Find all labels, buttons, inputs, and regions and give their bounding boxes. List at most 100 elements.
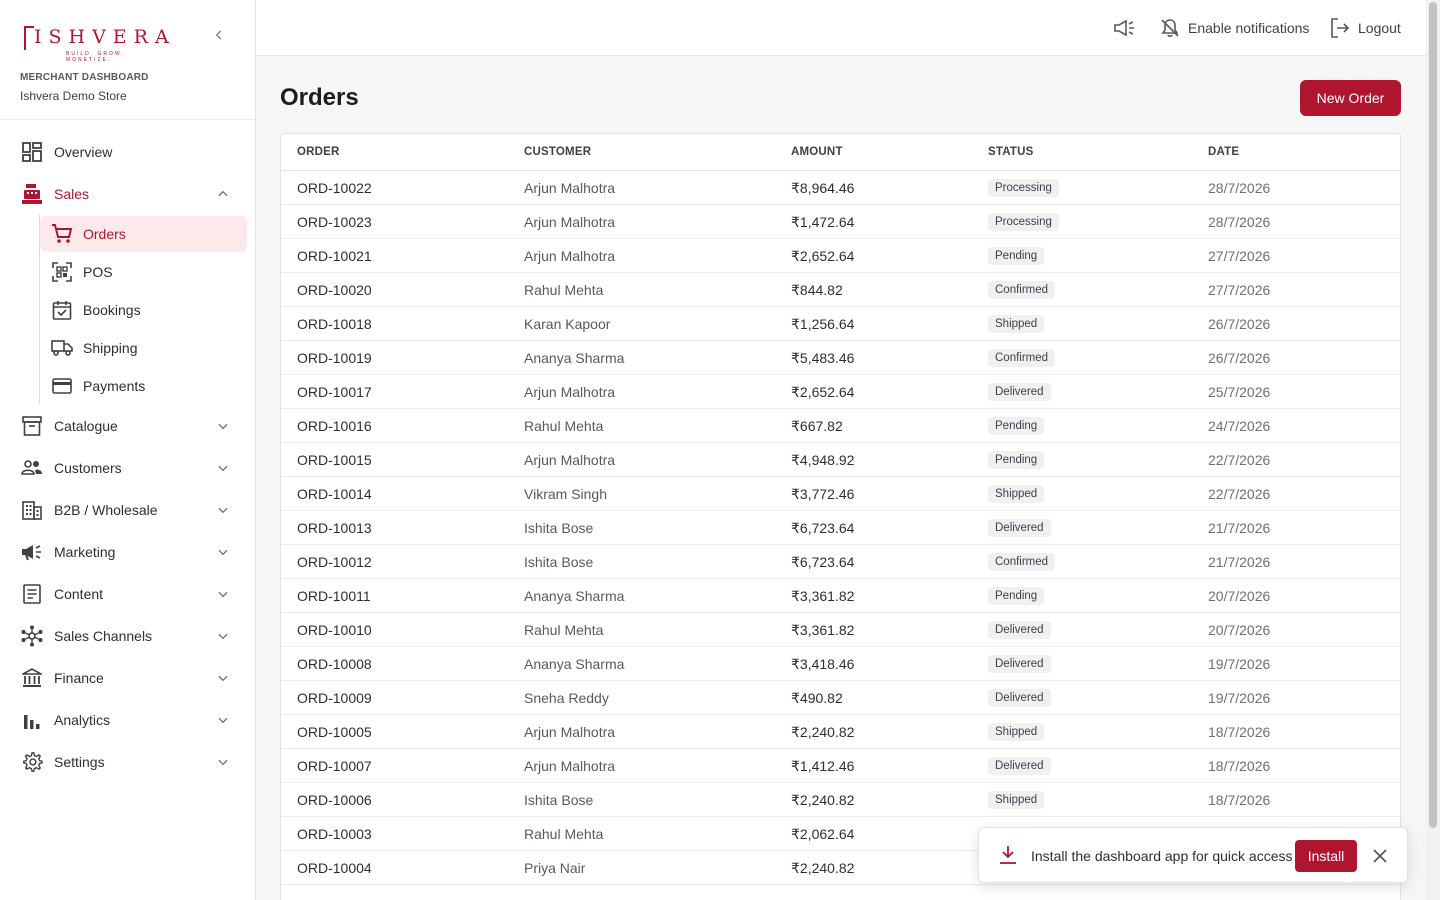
close-icon[interactable] [1369, 845, 1391, 867]
chevron-down-icon[interactable] [212, 499, 234, 521]
chevron-down-icon[interactable] [212, 415, 234, 437]
table-row[interactable]: ORD-10014 Vikram Singh ₹3,772.46 Shipped 22/… [281, 477, 1400, 511]
order-amount: ₹4,948.92 [791, 452, 855, 468]
order-id[interactable]: ORD-10020 [297, 282, 372, 298]
table-row[interactable]: ORD-10019 Ananya Sharma ₹5,483.46 Confirmed… [281, 341, 1400, 375]
cash-register-icon [20, 182, 44, 206]
chevron-down-icon[interactable] [212, 583, 234, 605]
brand-logo[interactable]: ISHVERA BUILD. GROW. MONETIZE. [20, 24, 170, 63]
status-badge: Shipped [988, 315, 1045, 333]
page-scrollbar[interactable] [1426, 0, 1440, 900]
table-row[interactable]: ORD-10022 Arjun Malhotra ₹8,964.46 Processi… [281, 171, 1400, 205]
table-row[interactable]: ORD-10009 Sneha Reddy ₹490.82 Delivered 19/7… [281, 681, 1400, 715]
order-id[interactable]: ORD-10014 [297, 486, 372, 502]
table-row[interactable]: ORD-10007 Arjun Malhotra ₹1,412.46 Delivere… [281, 749, 1400, 783]
order-id[interactable]: ORD-10023 [297, 214, 372, 230]
column-header-order[interactable]: ORDER [297, 146, 340, 158]
table-row[interactable]: ORD-10012 Ishita Bose ₹6,723.64 Confirmed 21… [281, 545, 1400, 579]
order-amount: ₹2,652.64 [791, 384, 855, 400]
order-amount: ₹667.82 [791, 418, 843, 434]
order-id[interactable]: ORD-10009 [297, 690, 372, 706]
sidebar-item-orders[interactable]: Orders [40, 216, 247, 252]
table-row[interactable]: ORD-10020 Rahul Mehta ₹844.82 Confirmed 27/7… [281, 273, 1400, 307]
table-row[interactable]: ORD-10006 Ishita Bose ₹2,240.82 Shipped 18/7… [281, 783, 1400, 817]
status-badge: Shipped [988, 485, 1045, 503]
new-order-button[interactable]: New Order [1300, 80, 1401, 116]
sidebar-item-content[interactable]: Content [0, 576, 255, 612]
customer-name: Rahul Mehta [524, 622, 604, 638]
column-header-date[interactable]: DATE [1208, 146, 1239, 158]
sidebar-item-label: Content [54, 586, 104, 602]
order-id[interactable]: ORD-10011 [297, 588, 371, 604]
order-date: 27/7/2026 [1208, 282, 1271, 298]
sidebar-item-customers[interactable]: Customers [0, 450, 255, 486]
chevron-down-icon[interactable] [212, 667, 234, 689]
column-header-status[interactable]: STATUS [988, 146, 1034, 158]
column-header-amount[interactable]: AMOUNT [791, 146, 843, 158]
table-row[interactable]: ORD-10010 Rahul Mehta ₹3,361.82 Delivered 20… [281, 613, 1400, 647]
chevron-down-icon[interactable] [212, 709, 234, 731]
sidebar-item-marketing[interactable]: Marketing [0, 534, 255, 570]
building-icon [20, 498, 44, 522]
order-id[interactable]: ORD-10007 [297, 758, 372, 774]
order-id[interactable]: ORD-10015 [297, 452, 372, 468]
sidebar-item-label: Overview [54, 144, 113, 160]
order-id[interactable]: ORD-10008 [297, 656, 372, 672]
order-id[interactable]: ORD-10016 [297, 418, 372, 434]
order-id[interactable]: ORD-10013 [297, 520, 372, 536]
order-id[interactable]: ORD-10010 [297, 622, 372, 638]
table-row[interactable]: ORD-10023 Arjun Malhotra ₹1,472.64 Processi… [281, 205, 1400, 239]
order-id[interactable]: ORD-10004 [297, 860, 372, 876]
enable-notifications-button[interactable]: Enable notifications [1160, 16, 1309, 40]
install-button[interactable]: Install [1295, 840, 1357, 872]
order-id[interactable]: ORD-10017 [297, 384, 372, 400]
order-amount: ₹3,772.46 [791, 486, 855, 502]
sidebar-item-settings[interactable]: Settings [0, 744, 255, 780]
order-amount: ₹5,483.46 [791, 350, 855, 366]
order-id[interactable]: ORD-10003 [297, 826, 372, 842]
bank-icon [20, 666, 44, 690]
sidebar-item-overview[interactable]: Overview [0, 134, 255, 170]
sidebar-item-b2b-wholesale[interactable]: B2B / Wholesale [0, 492, 255, 528]
sidebar-item-pos[interactable]: POS [40, 254, 247, 290]
sidebar-item-catalogue[interactable]: Catalogue [0, 408, 255, 444]
sidebar-item-payments[interactable]: Payments [40, 368, 247, 404]
table-row[interactable]: ORD-10016 Rahul Mehta ₹667.82 Pending 24/7/2… [281, 409, 1400, 443]
table-row[interactable]: ORD-10005 Arjun Malhotra ₹2,240.82 Shipped 1… [281, 715, 1400, 749]
chevron-down-icon[interactable] [212, 457, 234, 479]
table-row[interactable]: ORD-10015 Arjun Malhotra ₹4,948.92 Pending 2… [281, 443, 1400, 477]
order-amount: ₹844.82 [791, 282, 843, 298]
table-row[interactable]: ORD-10017 Arjun Malhotra ₹2,652.64 Delivere… [281, 375, 1400, 409]
sidebar-item-sales-channels[interactable]: Sales Channels [0, 618, 255, 654]
order-date: 21/7/2026 [1208, 554, 1271, 570]
table-header: ORDER CUSTOMER AMOUNT STATUS DATE [281, 134, 1400, 171]
order-id[interactable]: ORD-10022 [297, 180, 372, 196]
sidebar-item-bookings[interactable]: Bookings [40, 292, 247, 328]
collapse-sidebar-button[interactable] [208, 24, 230, 46]
scrollbar-thumb[interactable] [1429, 2, 1437, 828]
column-header-customer[interactable]: CUSTOMER [524, 146, 591, 158]
chevron-down-icon[interactable] [212, 541, 234, 563]
sidebar-item-sales[interactable]: Sales [0, 176, 255, 212]
order-id[interactable]: ORD-10012 [297, 554, 372, 570]
chevron-down-icon[interactable] [212, 625, 234, 647]
table-row[interactable]: ORD-10018 Karan Kapoor ₹1,256.64 Shipped 26/… [281, 307, 1400, 341]
order-id[interactable]: ORD-10018 [297, 316, 372, 332]
sidebar-item-shipping[interactable]: Shipping [40, 330, 247, 366]
chevron-down-icon[interactable] [212, 751, 234, 773]
table-row[interactable]: ORD-10013 Ishita Bose ₹6,723.64 Delivered 21… [281, 511, 1400, 545]
announcements-button[interactable] [1114, 16, 1136, 40]
table-row[interactable]: ORD-10021 Arjun Malhotra ₹2,652.64 Pending 2… [281, 239, 1400, 273]
sidebar-divider [0, 119, 255, 120]
chevron-up-icon[interactable] [212, 183, 234, 205]
order-id[interactable]: ORD-10006 [297, 792, 372, 808]
table-row[interactable]: ORD-10008 Ananya Sharma ₹3,418.46 Delivered… [281, 647, 1400, 681]
order-id[interactable]: ORD-10021 [297, 248, 372, 264]
sidebar-item-analytics[interactable]: Analytics [0, 702, 255, 738]
logout-button[interactable]: Logout [1330, 16, 1401, 40]
table-row[interactable]: ORD-10011 Ananya Sharma ₹3,361.82 Pending 20… [281, 579, 1400, 613]
sidebar-item-finance[interactable]: Finance [0, 660, 255, 696]
order-id[interactable]: ORD-10005 [297, 724, 372, 740]
sidebar-item-label: Analytics [54, 712, 111, 728]
order-id[interactable]: ORD-10019 [297, 350, 372, 366]
